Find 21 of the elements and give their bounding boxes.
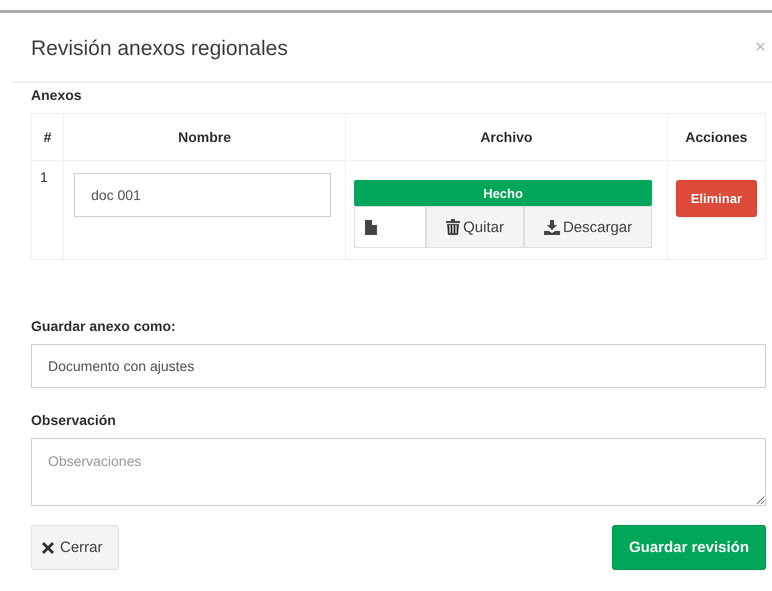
trash-icon <box>446 219 460 235</box>
close-icon <box>40 540 56 556</box>
delete-button[interactable]: Eliminar <box>676 180 757 217</box>
download-button[interactable]: Descargar <box>524 206 652 248</box>
progress-fill: Hecho <box>354 180 652 206</box>
remove-button[interactable]: Quitar <box>426 206 524 248</box>
column-header: # <box>32 114 64 160</box>
download-icon <box>544 220 560 234</box>
input-field[interactable]: doc 001 <box>74 173 332 217</box>
column-header: Archivo <box>346 114 668 160</box>
close-button[interactable]: Cerrar <box>31 525 119 570</box>
column-header: Acciones <box>667 114 766 160</box>
column-header: Nombre <box>64 114 346 160</box>
input-field[interactable]: Documento con ajustes <box>31 344 766 388</box>
text-area[interactable]: Observaciones <box>31 438 766 506</box>
dialog-title: Revisión anexos regionales <box>31 37 288 61</box>
table-cell: 1 <box>32 160 64 260</box>
section-heading: Anexos <box>31 87 83 103</box>
field-label: Observación <box>31 412 117 428</box>
file-icon <box>365 220 378 234</box>
field-label: Guardar anexo como: <box>31 318 177 334</box>
